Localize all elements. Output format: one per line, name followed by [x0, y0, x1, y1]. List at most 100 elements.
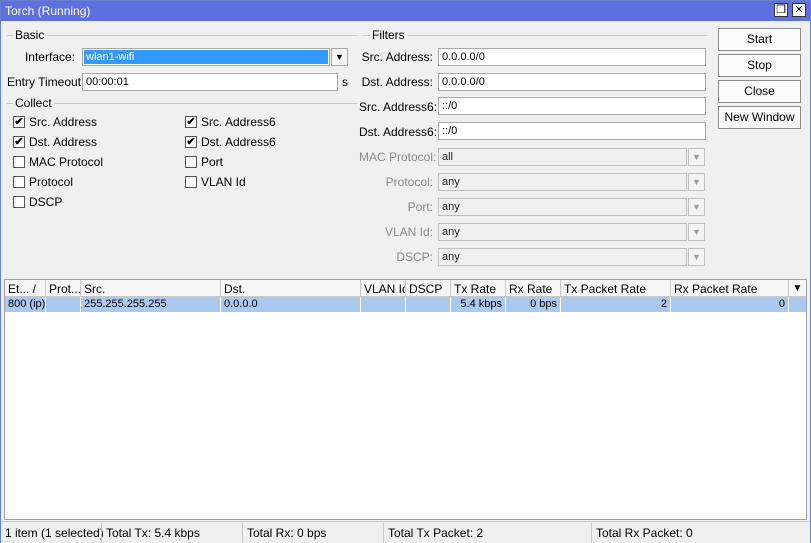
filter-protocol-label: Protocol:	[385, 175, 433, 189]
filter-src-address6-label: Src. Address6:	[359, 100, 438, 114]
dropdown-arrow-icon: ▼	[692, 152, 701, 162]
dropdown-arrow-icon: ▼	[692, 252, 701, 262]
filter-protocol-dropdown[interactable]: ▼	[688, 173, 705, 191]
column-header-rx-packet-rate[interactable]: Rx Packet Rate	[671, 280, 789, 297]
filter-src-address-input[interactable]: 0.0.0.0/0	[438, 48, 706, 66]
status-divider	[591, 523, 592, 543]
cell-rx-rate: 0 bps	[506, 297, 561, 312]
filter-mac-protocol-select[interactable]: all	[438, 148, 687, 166]
column-menu-icon[interactable]: ▼	[789, 280, 806, 297]
filter-port-label: Port:	[407, 200, 433, 214]
column-header-tx-rate[interactable]: Tx Rate	[451, 280, 506, 297]
basic-group-line	[7, 35, 357, 36]
column-header-protocol[interactable]: Prot...	[46, 280, 81, 297]
restore-icon[interactable]: ❐	[774, 3, 788, 17]
status-items: 1 item (1 selected)	[5, 526, 104, 540]
column-header-rx-rate[interactable]: Rx Rate	[506, 280, 561, 297]
filter-vlan-id-dropdown[interactable]: ▼	[688, 223, 705, 241]
cell-src: 255.255.255.255	[81, 297, 221, 312]
interface-dropdown-button[interactable]: ▼	[331, 48, 348, 66]
status-total-tx-packet: Total Tx Packet: 2	[388, 526, 484, 540]
status-divider	[101, 523, 102, 543]
src-address-label: Src. Address	[29, 115, 98, 129]
new-window-button[interactable]: New Window	[718, 106, 801, 129]
cell-eth: 800 (ip)	[5, 297, 46, 312]
column-header-dscp[interactable]: DSCP	[406, 280, 451, 297]
stop-button[interactable]: Stop	[718, 54, 801, 77]
interface-label: Interface:	[24, 50, 75, 64]
filters-group-line	[363, 35, 707, 36]
status-divider	[383, 523, 384, 543]
interface-value: wlan1-wifi	[84, 50, 328, 64]
filter-src-address-label: Src. Address:	[361, 50, 433, 64]
port-label: Port	[201, 155, 224, 169]
filter-dscp-dropdown[interactable]: ▼	[688, 248, 705, 266]
start-button[interactable]: Start	[718, 28, 801, 51]
port-checkbox[interactable]	[185, 156, 197, 168]
src-address-checkbox[interactable]: ✔	[13, 116, 25, 128]
column-header-vlan-id[interactable]: VLAN Id	[361, 280, 406, 297]
filter-mac-protocol-dropdown[interactable]: ▼	[688, 148, 705, 166]
dropdown-arrow-icon: ▼	[692, 177, 701, 187]
vlan-id-checkbox[interactable]	[185, 176, 197, 188]
mac-protocol-label: MAC Protocol	[29, 155, 104, 169]
column-header-src[interactable]: Src.	[81, 280, 221, 297]
column-header-eth[interactable]: Et... /	[5, 280, 46, 297]
filter-dscp-label: DSCP:	[396, 250, 433, 264]
cell-dscp	[406, 297, 451, 312]
src-address6-checkbox[interactable]: ✔	[185, 116, 197, 128]
status-total-tx: Total Tx: 5.4 kbps	[106, 526, 200, 540]
filter-dst-address-label: Dst. Address:	[361, 75, 433, 89]
filter-port-dropdown[interactable]: ▼	[688, 198, 705, 216]
cell-tx-packet-rate: 2	[561, 297, 671, 312]
column-header-dst[interactable]: Dst.	[221, 280, 361, 297]
close-icon[interactable]: ✕	[792, 3, 806, 17]
cell-protocol	[46, 297, 81, 312]
column-header-tx-packet-rate[interactable]: Tx Packet Rate	[561, 280, 671, 297]
dst-address-checkbox[interactable]: ✔	[13, 136, 25, 148]
filter-port-select[interactable]: any	[438, 198, 687, 216]
mac-protocol-checkbox[interactable]	[13, 156, 25, 168]
status-bar: 1 item (1 selected) Total Tx: 5.4 kbps T…	[1, 521, 810, 543]
dscp-checkbox[interactable]	[13, 196, 25, 208]
window-title: Torch (Running)	[5, 4, 91, 18]
torch-window: Torch (Running) ❐ ✕ Basic Interface: wla…	[0, 0, 811, 543]
filter-dst-address-input[interactable]: 0.0.0.0/0	[438, 73, 706, 91]
filter-dscp-select[interactable]: any	[438, 248, 687, 266]
title-bar[interactable]: Torch (Running) ❐ ✕	[1, 1, 810, 21]
filters-group-label: Filters	[370, 28, 407, 42]
filter-vlan-id-label: VLAN Id:	[384, 225, 433, 239]
protocol-checkbox[interactable]	[13, 176, 25, 188]
cell-vlan-id	[361, 297, 406, 312]
interface-select[interactable]: wlan1-wifi	[82, 48, 330, 66]
table-row[interactable]: 800 (ip) 255.255.255.255 0.0.0.0 5.4 kbp…	[5, 297, 806, 312]
basic-group-label: Basic	[13, 28, 47, 42]
dst-address6-checkbox[interactable]: ✔	[185, 136, 197, 148]
status-total-rx: Total Rx: 0 bps	[247, 526, 327, 540]
status-divider	[242, 523, 243, 543]
filter-dst-address6-label: Dst. Address6:	[359, 125, 438, 139]
dst-address-label: Dst. Address	[29, 135, 98, 149]
vlan-id-label: VLAN Id	[201, 175, 246, 189]
table-header: Et... / Prot... Src. Dst. VLAN Id DSCP T…	[5, 280, 806, 297]
filter-mac-protocol-label: MAC Protocol:	[359, 150, 437, 164]
filter-protocol-select[interactable]: any	[438, 173, 687, 191]
status-total-rx-packet: Total Rx Packet: 0	[596, 526, 693, 540]
filter-dst-address6-input[interactable]: ::/0	[438, 122, 706, 140]
dropdown-arrow-icon: ▼	[335, 52, 344, 62]
dropdown-arrow-icon: ▼	[692, 202, 701, 212]
collect-group-label: Collect	[13, 96, 54, 110]
cell-tx-rate: 5.4 kbps	[451, 297, 506, 312]
cell-rx-packet-rate: 0	[671, 297, 789, 312]
src-address6-label: Src. Address6	[201, 115, 276, 129]
collect-group-line	[7, 103, 357, 104]
filter-src-address6-input[interactable]: ::/0	[438, 97, 706, 115]
traffic-table[interactable]: Et... / Prot... Src. Dst. VLAN Id DSCP T…	[4, 279, 807, 520]
filter-vlan-id-select[interactable]: any	[438, 223, 687, 241]
dscp-label: DSCP	[29, 195, 63, 209]
protocol-label: Protocol	[29, 175, 74, 189]
entry-timeout-input[interactable]: 00:00:01	[82, 73, 338, 91]
entry-timeout-unit: s	[342, 75, 348, 89]
close-button[interactable]: Close	[718, 80, 801, 103]
dropdown-arrow-icon: ▼	[692, 227, 701, 237]
